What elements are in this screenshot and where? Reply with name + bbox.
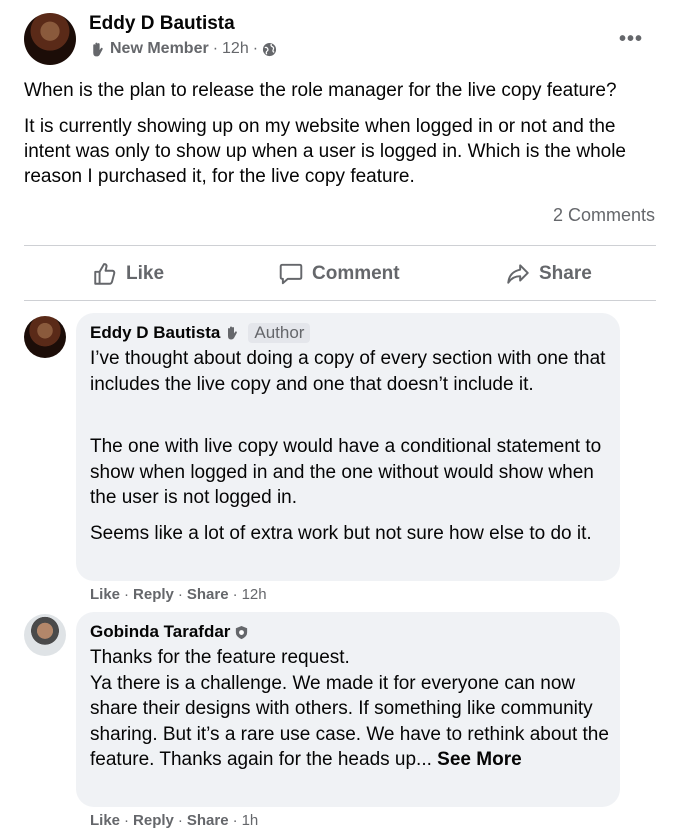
comment-reply-link[interactable]: Reply xyxy=(133,812,174,829)
like-button[interactable]: Like xyxy=(92,258,164,290)
share-label: Share xyxy=(539,263,592,284)
comment-like-link[interactable]: Like xyxy=(90,812,120,829)
moderator-shield-icon xyxy=(234,625,249,640)
post-paragraph-2: It is currently showing up on my website… xyxy=(24,116,626,187)
member-badge[interactable]: New Member xyxy=(110,40,209,58)
more-options-button[interactable]: ••• xyxy=(619,28,643,51)
comment-count-link[interactable]: 2 Comments xyxy=(553,205,655,226)
like-label: Like xyxy=(126,263,165,284)
comment-body: Thanks for the feature request. Ya there… xyxy=(90,647,609,770)
comment-actions: Like · Reply · Share · 1h xyxy=(90,812,258,829)
commenter-avatar[interactable] xyxy=(24,614,66,656)
action-separator: · xyxy=(232,586,238,603)
comment-share-link[interactable]: Share xyxy=(187,812,229,829)
comment-paragraph: Thanks for the feature request. Ya there… xyxy=(90,645,610,773)
comment-bubble: Eddy D Bautista Author I’ve thought abou… xyxy=(76,313,620,581)
comment-bubble-icon xyxy=(278,261,304,287)
comment-paragraph: Seems like a lot of extra work but not s… xyxy=(90,523,592,544)
action-separator: · xyxy=(124,812,130,829)
author-avatar[interactable] xyxy=(24,13,76,65)
comment-paragraph: The one with live copy would have a cond… xyxy=(90,436,602,508)
divider xyxy=(24,300,656,301)
comment-author: Gobinda Tarafdar xyxy=(90,622,249,642)
author-tag: Author xyxy=(248,323,311,343)
commenter-avatar[interactable] xyxy=(24,316,66,358)
action-separator: · xyxy=(124,586,130,603)
comment-time[interactable]: 1h xyxy=(242,812,259,829)
divider xyxy=(24,245,656,246)
see-more-link[interactable]: See More xyxy=(437,749,521,770)
comment-like-link[interactable]: Like xyxy=(90,586,120,603)
meta-separator: · xyxy=(212,40,219,57)
action-separator: · xyxy=(177,812,183,829)
new-member-icon xyxy=(224,325,240,341)
globe-icon xyxy=(262,42,277,57)
action-separator: · xyxy=(232,812,238,829)
new-member-icon xyxy=(89,41,106,58)
comment-time[interactable]: 12h xyxy=(242,586,267,603)
action-separator: · xyxy=(177,586,183,603)
meta-separator: · xyxy=(252,40,259,57)
share-arrow-icon xyxy=(505,261,531,287)
comment-label: Comment xyxy=(312,263,400,284)
thumbs-up-icon xyxy=(92,261,118,287)
comment-share-link[interactable]: Share xyxy=(187,586,229,603)
comment-author-name[interactable]: Gobinda Tarafdar xyxy=(90,622,230,642)
comment-actions: Like · Reply · Share · 12h xyxy=(90,586,267,603)
post-author-name[interactable]: Eddy D Bautista xyxy=(89,13,235,35)
post-meta: New Member · 12h · xyxy=(89,40,277,58)
share-button[interactable]: Share xyxy=(505,258,592,290)
comment-bubble: Gobinda Tarafdar Thanks for the feature … xyxy=(76,612,620,807)
comment-author-name[interactable]: Eddy D Bautista xyxy=(90,323,220,343)
comment-button[interactable]: Comment xyxy=(278,258,400,290)
comment-reply-link[interactable]: Reply xyxy=(133,586,174,603)
post-time[interactable]: 12h xyxy=(222,40,249,58)
post-paragraph-1: When is the plan to release the role man… xyxy=(24,80,617,101)
comment-author: Eddy D Bautista Author xyxy=(90,323,311,343)
comment-paragraph: I’ve thought about doing a copy of every… xyxy=(90,348,606,395)
